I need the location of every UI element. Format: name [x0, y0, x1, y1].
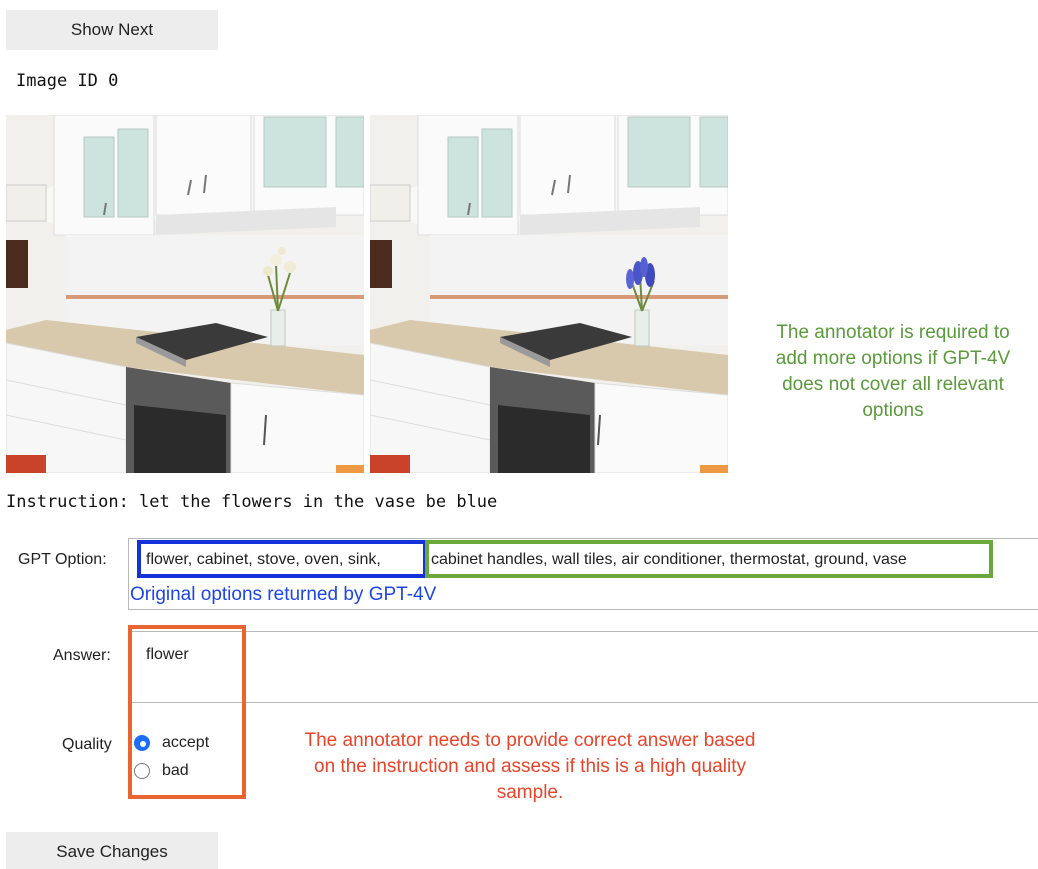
image-id-label: Image ID 0	[16, 71, 119, 91]
original-options-caption: Original options returned by GPT-4V	[130, 584, 437, 605]
answer-field[interactable]	[128, 631, 1038, 703]
save-changes-button[interactable]: Save Changes	[6, 832, 218, 869]
original-image	[6, 115, 364, 473]
edited-image	[370, 115, 728, 473]
original-options-highlight	[137, 540, 427, 578]
green-annotation-note: The annotator is required to add more op…	[775, 322, 1011, 421]
annotation-page: Show Next Image ID 0 The annotator is re…	[0, 0, 1038, 869]
show-next-button[interactable]: Show Next	[6, 10, 218, 50]
gpt-option-label: GPT Option:	[18, 551, 107, 568]
answer-label: Answer:	[53, 647, 111, 664]
instruction-text: Instruction: let the flowers in the vase…	[6, 492, 498, 512]
quality-label: Quality	[62, 736, 112, 753]
answer-quality-highlight	[128, 625, 246, 799]
red-annotation-note: The annotator needs to provide correct a…	[304, 730, 756, 803]
added-options-highlight	[425, 540, 993, 578]
